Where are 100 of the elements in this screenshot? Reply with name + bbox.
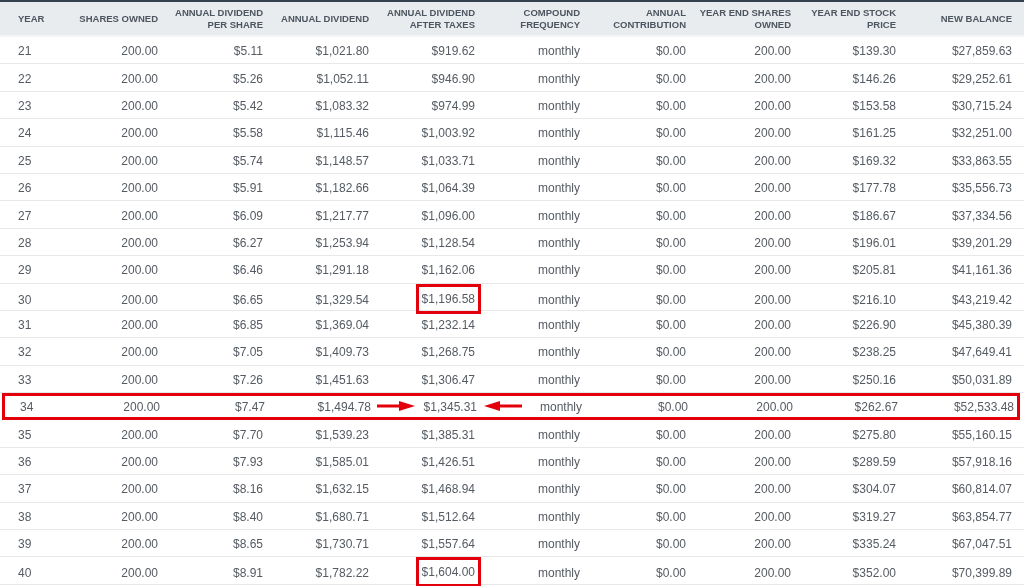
left-arrow-icon — [484, 401, 522, 412]
table-cell: 33 — [18, 372, 32, 387]
table-cell: 200.00 — [121, 537, 158, 552]
table-cell: 200.00 — [754, 537, 791, 552]
table-cell: $1,632.15 — [315, 482, 369, 497]
table-cell: monthly — [537, 455, 580, 470]
table-cell: 200.00 — [121, 455, 158, 470]
table-cell: $0.00 — [655, 566, 686, 581]
column-header: ANNUAL DIVIDEND PER SHARE — [174, 6, 264, 31]
table-cell: 22 — [18, 71, 32, 86]
table-cell: 200.00 — [121, 98, 158, 113]
table-cell: 200.00 — [121, 71, 158, 86]
table-cell: monthly — [537, 263, 580, 278]
table-cell: $7.93 — [232, 455, 263, 470]
table-cell: 35 — [18, 427, 32, 442]
table-cell: $946.90 — [431, 71, 475, 86]
table-cell: 200.00 — [121, 44, 158, 59]
column-header: SHARES OWNED — [78, 12, 159, 25]
table-cell: $262.67 — [854, 400, 898, 415]
table-cell: 200.00 — [754, 455, 791, 470]
table-cell: 31 — [18, 318, 32, 333]
table-cell: $1,291.18 — [315, 263, 369, 278]
table-cell: monthly — [537, 44, 580, 59]
table-cell: $60,814.07 — [951, 482, 1012, 497]
table-cell: $0.00 — [655, 208, 686, 223]
table-cell: $7.70 — [232, 427, 263, 442]
table-cell: $32,251.00 — [951, 126, 1012, 141]
table-cell: $919.62 — [431, 44, 475, 59]
table-cell: $289.59 — [852, 455, 896, 470]
table-cell: 28 — [18, 235, 32, 250]
table-cell: monthly — [537, 566, 580, 581]
table-cell: $1,217.77 — [315, 208, 369, 223]
table-cell: $0.00 — [655, 427, 686, 442]
table-cell: 200.00 — [754, 318, 791, 333]
table-cell: 27 — [18, 208, 32, 223]
table-cell: $70,399.89 — [951, 566, 1012, 581]
table-cell: $1,345.31 — [423, 400, 477, 415]
table-cell: 200.00 — [754, 44, 791, 59]
table-cell: $1,182.66 — [315, 181, 369, 196]
table-cell: $8.40 — [232, 509, 263, 524]
table-cell: $5.74 — [232, 153, 263, 168]
table-cell: $0.00 — [655, 71, 686, 86]
table-cell: monthly — [537, 71, 580, 86]
table-cell: $1,451.63 — [315, 372, 369, 387]
table-cell: $6.09 — [232, 208, 263, 223]
table-cell: $45,380.39 — [951, 318, 1012, 333]
table-cell: $1,329.54 — [315, 292, 369, 307]
table-cell: $1,585.01 — [315, 455, 369, 470]
table-cell: 200.00 — [754, 482, 791, 497]
table-cell: 21 — [18, 44, 32, 59]
table-cell: 32 — [18, 345, 32, 360]
table-cell: monthly — [537, 427, 580, 442]
column-header: YEAR END STOCK PRICE — [810, 6, 897, 31]
table-cell: $43,219.42 — [951, 292, 1012, 307]
table-cell: 200.00 — [754, 71, 791, 86]
table-cell: $5.11 — [233, 44, 263, 59]
table-cell: $205.81 — [852, 263, 896, 278]
table-cell: $352.00 — [852, 566, 896, 581]
table-cell: monthly — [537, 126, 580, 141]
table-cell: $1,115.46 — [316, 126, 369, 141]
table-cell: 200.00 — [754, 181, 791, 196]
table-cell: $5.58 — [232, 126, 263, 141]
table-cell: monthly — [539, 400, 582, 415]
table-cell: $974.99 — [431, 98, 475, 113]
table-cell: $1,782.22 — [315, 566, 369, 581]
table-cell: $5.91 — [232, 181, 263, 196]
table-cell: $335.24 — [852, 537, 896, 552]
column-header: ANNUAL CONTRIBUTION — [612, 6, 687, 31]
column-header: YEAR — [17, 12, 46, 25]
table-cell: $1,083.32 — [315, 98, 369, 113]
table-cell: $1,557.64 — [421, 537, 475, 552]
table-cell: $238.25 — [852, 345, 896, 360]
table-cell: $0.00 — [655, 263, 686, 278]
table-cell: $1,162.06 — [421, 263, 475, 278]
table-cell: $37,334.56 — [951, 208, 1012, 223]
table-cell: 200.00 — [754, 98, 791, 113]
table-cell: monthly — [537, 318, 580, 333]
table-cell: $0.00 — [655, 482, 686, 497]
table-cell: 40 — [18, 566, 32, 581]
table-cell: 200.00 — [756, 400, 793, 415]
table-cell: $146.26 — [852, 71, 896, 86]
column-header: NEW BALANCE — [939, 12, 1013, 25]
table-cell: 200.00 — [123, 400, 160, 415]
table-cell: 200.00 — [754, 208, 791, 223]
table-cell: $1,539.23 — [315, 427, 369, 442]
table-cell: $196.01 — [852, 235, 896, 250]
table-cell: $0.00 — [655, 292, 686, 307]
table-cell: monthly — [537, 98, 580, 113]
table-cell: monthly — [537, 153, 580, 168]
table-cell: $1,268.75 — [421, 345, 475, 360]
table-cell: monthly — [537, 482, 580, 497]
table-cell: $1,064.39 — [421, 181, 475, 196]
table-cell: $63,854.77 — [951, 509, 1012, 524]
table-cell: $55,160.15 — [951, 427, 1012, 442]
table-cell: 200.00 — [121, 126, 158, 141]
table-cell: $6.27 — [232, 235, 263, 250]
table-cell: 200.00 — [121, 566, 158, 581]
table-cell: 200.00 — [121, 292, 158, 307]
table-cell: $0.00 — [655, 126, 686, 141]
table-cell: 200.00 — [754, 345, 791, 360]
